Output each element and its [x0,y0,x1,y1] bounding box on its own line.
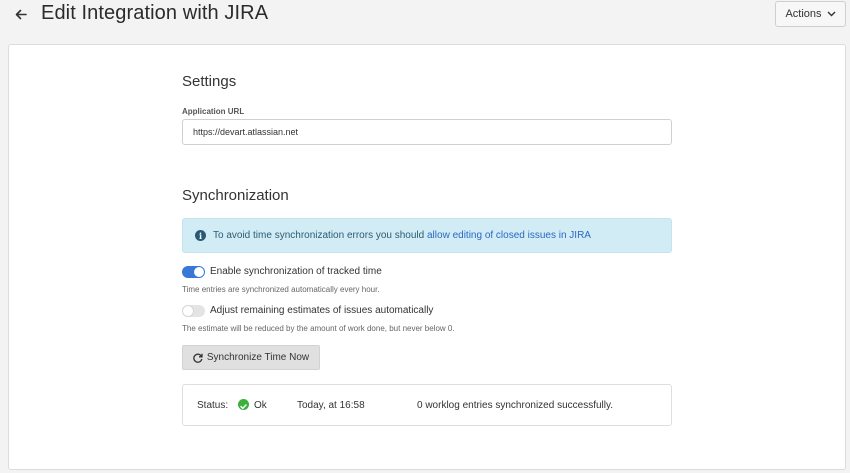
adjust-estimates-label: Adjust remaining estimates of issues aut… [210,305,434,316]
toggle-knob [183,306,193,316]
app-url-label: Application URL [182,107,245,116]
enable-sync-toggle[interactable] [182,266,205,278]
synchronize-now-label: Synchronize Time Now [206,352,310,363]
chevron-down-icon [827,11,836,17]
info-text: To avoid time synchronization errors you… [213,230,427,241]
back-button[interactable] [12,4,30,24]
info-message: To avoid time synchronization errors you… [213,230,591,241]
app-url-input[interactable] [182,119,672,145]
info-icon: i [195,230,206,241]
allow-editing-link[interactable]: allow editing of closed issues in JIRA [427,230,591,241]
settings-title: Settings [182,73,237,90]
actions-label: Actions [785,8,822,20]
synchronize-now-button[interactable]: Synchronize Time Now [182,345,320,370]
adjust-estimates-toggle[interactable] [182,305,205,317]
status-time: Today, at 16:58 [297,400,365,411]
adjust-estimates-help: The estimate will be reduced by the amou… [182,324,455,333]
status-message: 0 worklog entries synchronized successfu… [417,400,614,411]
enable-sync-label: Enable synchronization of tracked time [210,266,382,277]
enable-sync-help: Time entries are synchronized automatica… [182,285,380,294]
refresh-icon [193,353,203,363]
status-value: Ok [254,400,267,411]
page-header: Edit Integration with JIRA Actions [0,0,850,34]
status-label: Status: [197,400,229,411]
check-circle-icon [238,399,249,410]
status-panel: Status: Ok Today, at 16:58 0 worklog ent… [182,384,672,426]
arrow-left-icon [15,9,27,19]
synchronization-title: Synchronization [182,187,289,204]
actions-button[interactable]: Actions [775,1,846,27]
info-alert: i To avoid time synchronization errors y… [182,218,672,253]
toggle-knob [194,267,204,277]
page-title: Edit Integration with JIRA [41,2,269,24]
